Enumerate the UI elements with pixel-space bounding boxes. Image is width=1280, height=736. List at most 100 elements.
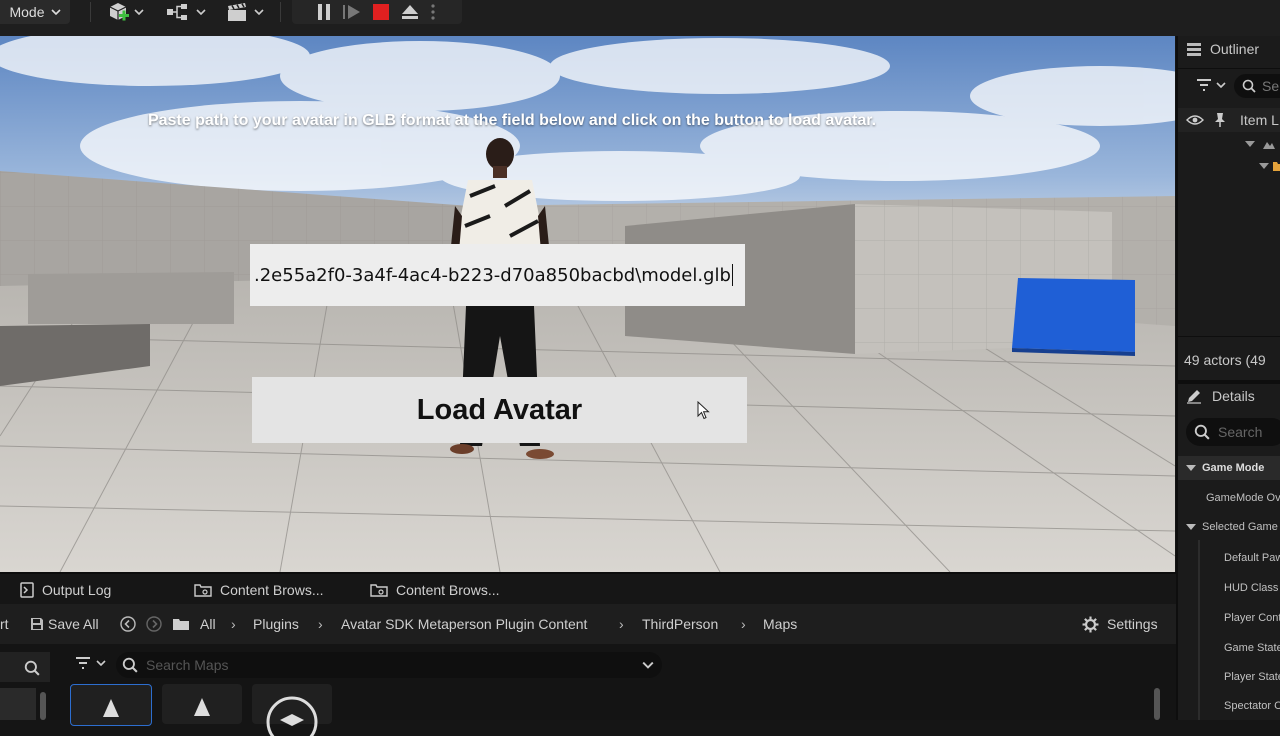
chevron-down-icon <box>254 9 264 15</box>
expand-arrow-icon <box>1186 524 1196 530</box>
asset-thumbnail[interactable] <box>252 684 332 736</box>
details-property-row[interactable]: Player Cont <box>1224 608 1280 626</box>
outliner-tab[interactable]: Outliner <box>1186 41 1259 57</box>
gamemode-override-row[interactable]: GameMode Ove <box>1178 486 1280 510</box>
scrollbar[interactable] <box>1154 688 1160 720</box>
instruction-text: Paste path to your avatar in GLB format … <box>147 112 877 129</box>
details-property-row[interactable]: Default Paw <box>1224 548 1280 566</box>
outliner-title: Outliner <box>1210 41 1260 57</box>
selected-game-label: Selected Game <box>1202 521 1278 533</box>
mode-dropdown[interactable]: Mode <box>0 0 70 24</box>
settings-button[interactable]: Settings <box>1082 604 1158 644</box>
breadcrumb-chevron: › <box>619 616 624 632</box>
save-all-button[interactable]: Save All <box>30 604 99 644</box>
breadcrumb-plugins[interactable]: Plugins <box>253 604 299 644</box>
chevron-down-icon <box>1216 82 1226 88</box>
blueprint-icon <box>167 4 187 20</box>
breadcrumb-all[interactable]: All <box>200 604 216 644</box>
save-all-label: Save All <box>48 616 99 632</box>
outliner-header-row: Item L <box>1178 108 1280 132</box>
output-log-tab[interactable]: Output Log <box>20 574 111 606</box>
outliner-search-input[interactable]: Se <box>1234 74 1280 98</box>
chevron-down-icon <box>642 661 654 669</box>
gear-icon <box>1082 616 1099 632</box>
asset-thumbnail[interactable] <box>162 684 242 724</box>
output-log-icon <box>20 582 34 598</box>
avatar-path-input[interactable]: .2e55a2f0-3a4f-4ac4-b223-d70a850bacbd\mo… <box>250 244 745 306</box>
cinematics-button[interactable] <box>226 0 264 24</box>
breadcrumb-chevron: › <box>741 616 746 632</box>
breadcrumb-maps[interactable]: Maps <box>763 604 797 644</box>
search-icon <box>24 660 40 676</box>
actor-count: 49 actors (49 <box>1184 352 1266 368</box>
tree-collapse-icon[interactable] <box>1258 162 1270 170</box>
eject-icon[interactable] <box>400 3 420 21</box>
blueprint-button[interactable] <box>166 0 206 24</box>
step-forward-icon[interactable] <box>342 3 362 21</box>
map-asset-icon <box>103 699 119 717</box>
stop-icon[interactable] <box>372 3 390 21</box>
sources-search-button[interactable] <box>0 652 50 682</box>
search-icon <box>1242 79 1256 93</box>
details-tab[interactable]: Details <box>1186 388 1255 404</box>
filter-icon <box>1197 79 1211 91</box>
visibility-eye-icon[interactable] <box>1186 114 1204 126</box>
content-browser-2-label: Content Brows... <box>396 582 500 598</box>
breadcrumb-thirdperson[interactable]: ThirdPerson <box>642 604 718 644</box>
content-browser-icon <box>194 584 212 597</box>
scrollbar[interactable] <box>40 692 46 720</box>
property-label: Spectator C <box>1224 700 1280 712</box>
expand-arrow-icon <box>1186 465 1196 471</box>
selected-game-section-header[interactable]: Selected Game <box>1178 516 1280 538</box>
property-label: Player Cont <box>1224 612 1280 624</box>
details-search-input[interactable]: Search <box>1186 418 1280 446</box>
folder-icon <box>1273 162 1280 171</box>
property-label: Player State <box>1224 671 1280 683</box>
details-search-placeholder: Search <box>1218 424 1263 440</box>
content-browser-icon <box>370 584 388 597</box>
map-asset-icon <box>194 698 210 716</box>
forward-arrow-icon[interactable] <box>146 616 162 632</box>
property-label: HUD Class <box>1224 582 1279 594</box>
right-side-panel: Outliner Se Item L 49 actors (49 Details… <box>1176 36 1280 720</box>
content-browser-tab-2[interactable]: Content Brows... <box>370 574 500 606</box>
chevron-down-icon <box>134 9 144 15</box>
game-mode-section-label: Game Mode <box>1202 462 1265 474</box>
outliner-search-placeholder: Se <box>1262 78 1280 94</box>
pause-icon[interactable] <box>316 3 332 21</box>
toolbar-separator <box>280 2 281 22</box>
details-property-row[interactable]: Spectator C <box>1224 696 1280 714</box>
content-browser-tab-1[interactable]: Content Brows... <box>194 574 324 606</box>
more-options-icon[interactable] <box>430 3 436 21</box>
back-arrow-icon[interactable] <box>120 616 136 632</box>
details-property-row[interactable]: Game State <box>1224 638 1280 656</box>
tree-collapse-icon[interactable] <box>1244 140 1256 148</box>
save-icon <box>31 618 43 630</box>
settings-label: Settings <box>1107 616 1158 632</box>
divider <box>1178 336 1280 337</box>
details-title: Details <box>1212 388 1255 404</box>
search-maps-placeholder: Search Maps <box>146 657 229 673</box>
outliner-column-label: Item L <box>1240 112 1279 128</box>
asset-filter-button[interactable] <box>74 656 106 670</box>
level-viewport[interactable]: Paste path to your avatar in GLB format … <box>0 36 1175 572</box>
panel-splitter[interactable] <box>1178 380 1280 384</box>
pin-icon[interactable] <box>1214 112 1226 128</box>
details-property-row[interactable]: HUD Class <box>1224 578 1278 596</box>
content-browser-1-label: Content Brows... <box>220 582 324 598</box>
breadcrumb-chevron: › <box>231 616 236 632</box>
breadcrumb-avatar-sdk[interactable]: Avatar SDK Metaperson Plugin Content <box>341 604 587 644</box>
text-caret <box>731 264 733 286</box>
property-label: Game State <box>1224 642 1280 654</box>
load-avatar-button[interactable]: Load Avatar <box>252 377 747 443</box>
outliner-filter-button[interactable] <box>1196 78 1226 92</box>
details-property-row[interactable]: Player State <box>1224 667 1280 685</box>
play-controls <box>292 0 462 24</box>
content-path-bar: rt Save All All › Plugins › Avatar SDK M… <box>0 604 1176 644</box>
pencil-icon <box>1187 390 1201 404</box>
folder-icon[interactable] <box>172 617 190 631</box>
add-actor-button[interactable] <box>106 0 144 24</box>
add-cube-icon <box>109 3 129 21</box>
search-maps-input[interactable]: Search Maps <box>116 652 662 678</box>
game-mode-section-header[interactable]: Game Mode <box>1178 456 1280 480</box>
